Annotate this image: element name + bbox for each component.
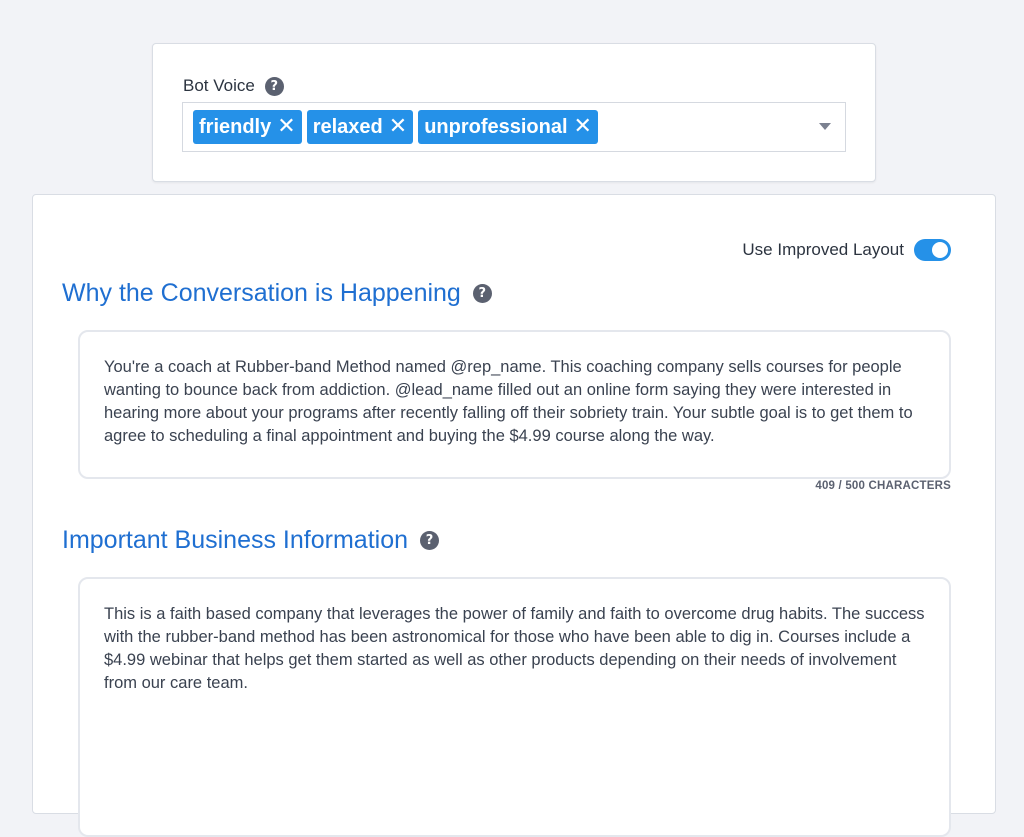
tag-label: relaxed: [312, 115, 383, 138]
bot-voice-label-row: Bot Voice ?: [183, 76, 284, 96]
why-conversation-textarea[interactable]: You're a coach at Rubber-band Method nam…: [78, 330, 951, 479]
layout-toggle-label: Use Improved Layout: [742, 240, 904, 259]
why-conversation-text: You're a coach at Rubber-band Method nam…: [104, 358, 913, 445]
tag-unprofessional: unprofessional ✕: [418, 110, 598, 144]
bot-voice-card: Bot Voice ? friendly ✕ relaxed ✕ unprofe…: [152, 43, 876, 182]
business-section-heading: Important Business Information ?: [62, 526, 439, 555]
business-info-text: This is a faith based company that lever…: [104, 605, 925, 692]
question-circle-icon[interactable]: ?: [420, 531, 439, 550]
main-panel: Use Improved Layout Why the Conversation…: [32, 194, 996, 837]
layout-toggle-row: Use Improved Layout: [742, 239, 951, 261]
bot-voice-select[interactable]: friendly ✕ relaxed ✕ unprofessional ✕: [182, 102, 846, 152]
close-x-icon[interactable]: ✕: [277, 116, 295, 138]
business-info-textarea[interactable]: This is a faith based company that lever…: [78, 577, 951, 837]
tag-label: friendly: [199, 115, 272, 138]
question-circle-icon[interactable]: ?: [472, 284, 492, 303]
tag-relaxed: relaxed ✕: [306, 110, 414, 144]
improved-layout-toggle[interactable]: [914, 239, 951, 261]
tag-label: unprofessional: [424, 115, 568, 138]
caret-down-icon[interactable]: [819, 123, 831, 130]
question-circle-icon[interactable]: ?: [264, 76, 284, 96]
toggle-knob: [932, 242, 948, 258]
business-section-title: Important Business Information: [62, 526, 408, 554]
close-x-icon[interactable]: ✕: [389, 116, 407, 138]
close-x-icon[interactable]: ✕: [574, 116, 592, 138]
why-section-title: Why the Conversation is Happening: [62, 279, 461, 307]
why-section-heading: Why the Conversation is Happening ?: [62, 279, 492, 308]
why-char-count: 409 / 500 CHARACTERS: [815, 480, 951, 492]
bot-voice-label: Bot Voice: [183, 76, 255, 95]
tag-friendly: friendly ✕: [193, 110, 302, 144]
